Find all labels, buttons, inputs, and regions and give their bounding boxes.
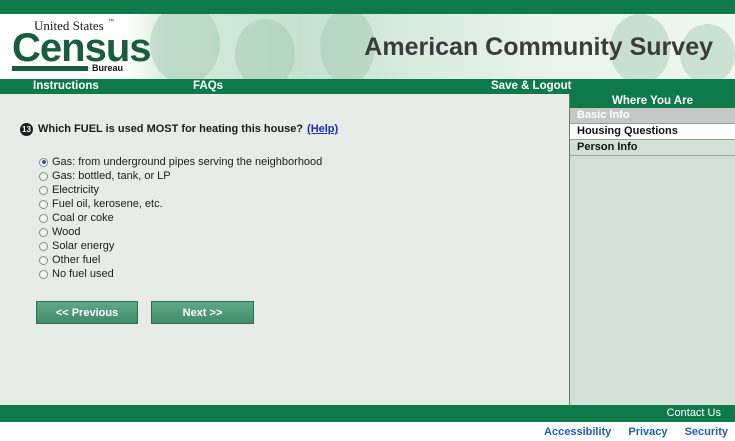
answer-option[interactable]: Coal or coke (39, 211, 322, 225)
answer-option[interactable]: Gas: from underground pipes serving the … (39, 155, 322, 169)
nav-bar: Instructions FAQs Save & Logout (0, 79, 735, 94)
sidebar-heading: Where You Are (570, 94, 735, 108)
bottom-links: Accessibility Privacy Security (530, 426, 728, 438)
footer-bar: Contact Us (0, 405, 735, 422)
answer-option-label: Other fuel (52, 254, 101, 266)
radio-button[interactable] (39, 199, 48, 209)
logo-trademark: ™ (108, 19, 114, 25)
nav-save-logout[interactable]: Save & Logout (491, 79, 572, 94)
answer-option-label: Electricity (52, 184, 100, 196)
radio-button[interactable] (39, 227, 48, 237)
answer-option[interactable]: Other fuel (39, 253, 322, 267)
logo-bureau: Bureau (92, 63, 124, 73)
answer-option-label: Fuel oil, kerosene, etc. (52, 198, 163, 210)
answer-options: Gas: from underground pipes serving the … (39, 155, 322, 281)
privacy-link[interactable]: Privacy (628, 426, 667, 438)
radio-button[interactable] (39, 213, 48, 223)
answer-option-label: Solar energy (52, 240, 115, 252)
radio-button[interactable] (39, 185, 48, 195)
radio-button[interactable] (39, 269, 48, 279)
answer-option-label: Wood (52, 226, 81, 238)
sidebar-item-housing-questions[interactable]: Housing Questions (570, 124, 735, 140)
radio-button[interactable] (39, 255, 48, 265)
answer-option-label: Gas: from underground pipes serving the … (52, 156, 323, 168)
header-banner: United States ™ Census Bureau American C… (0, 14, 735, 79)
answer-option[interactable]: No fuel used (39, 267, 322, 281)
answer-option-label: Coal or coke (52, 212, 114, 224)
accessibility-link[interactable]: Accessibility (544, 426, 611, 438)
question-text: Which FUEL is used MOST for heating this… (38, 123, 338, 135)
previous-button[interactable]: << Previous (36, 301, 138, 324)
answer-option-label: Gas: bottled, tank, or LP (52, 170, 171, 182)
radio-button[interactable] (39, 171, 48, 181)
page-title: American Community Survey (364, 33, 713, 61)
answer-option[interactable]: Gas: bottled, tank, or LP (39, 169, 322, 183)
question-panel: 13 Which FUEL is used MOST for heating t… (0, 94, 569, 405)
radio-button[interactable] (39, 157, 48, 167)
question-label: Which FUEL is used MOST for heating this… (38, 123, 304, 135)
nav-instructions[interactable]: Instructions (33, 79, 99, 94)
sidebar-item-basic-info: Basic Info (570, 108, 735, 124)
answer-option-label: No fuel used (52, 268, 114, 280)
answer-option[interactable]: Fuel oil, kerosene, etc. (39, 197, 322, 211)
sidebar-item-person-info[interactable]: Person Info (570, 140, 735, 156)
logo-census: Census (12, 26, 151, 70)
banner-photo-shape (150, 14, 220, 79)
nav-faqs[interactable]: FAQs (193, 79, 223, 94)
radio-button[interactable] (39, 241, 48, 251)
question-number: 13 (20, 123, 33, 136)
banner-photo-shape (235, 19, 295, 79)
top-strip (0, 0, 735, 14)
answer-option[interactable]: Electricity (39, 183, 322, 197)
answer-option[interactable]: Solar energy (39, 239, 322, 253)
answer-option[interactable]: Wood (39, 225, 322, 239)
contact-us-link[interactable]: Contact Us (667, 405, 721, 422)
where-you-are-sidebar: Where You Are Basic Info Housing Questio… (569, 94, 735, 405)
census-logo[interactable]: United States ™ Census Bureau (10, 18, 151, 74)
help-link[interactable]: (Help) (307, 123, 338, 135)
logo-bar (12, 66, 88, 71)
next-button[interactable]: Next >> (151, 301, 254, 324)
security-link[interactable]: Security (685, 426, 728, 438)
